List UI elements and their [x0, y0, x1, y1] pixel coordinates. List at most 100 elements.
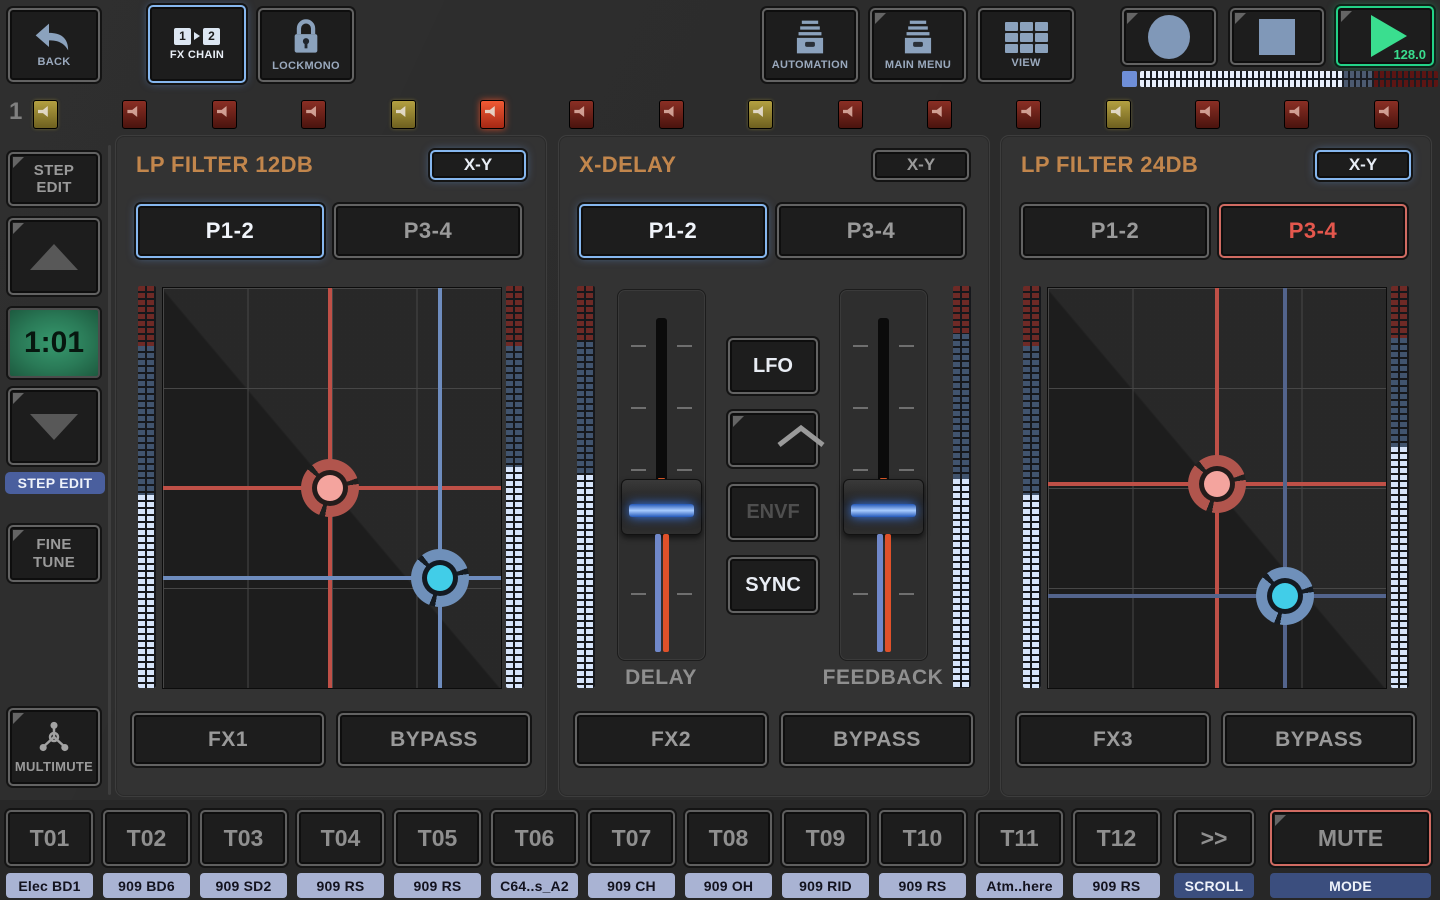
track-button[interactable]: T07 — [588, 810, 675, 866]
fx1-page-p12[interactable]: P1-2 — [136, 204, 324, 258]
track-button[interactable]: T05 — [394, 810, 481, 866]
pattern-down-button[interactable] — [8, 388, 100, 465]
scroll-button[interactable]: >> — [1174, 810, 1254, 866]
multi-mute-button[interactable]: MULTIMUTE — [8, 708, 100, 786]
fx2-select-button[interactable]: FX2 — [575, 713, 767, 766]
track-t09: T09 909 RID — [782, 810, 869, 898]
song-position-meter — [1140, 71, 1438, 87]
speaker-icon — [932, 106, 946, 117]
mute-indicator[interactable] — [1284, 100, 1309, 129]
back-button[interactable]: BACK — [8, 8, 100, 82]
track-t04: T04 909 RS — [297, 810, 384, 898]
mute-indicator[interactable] — [748, 100, 773, 129]
track-button[interactable]: T08 — [685, 810, 772, 866]
fx3-xy-toggle[interactable]: X-Y — [1315, 150, 1411, 180]
track-name-badge: 909 RS — [1073, 873, 1160, 898]
slider-ticks — [631, 345, 646, 610]
fx-chain-label: FX CHAIN — [170, 49, 224, 61]
fine-tune-button-label: FINE TUNE — [29, 536, 79, 571]
tempo-value: 128.0 — [1393, 47, 1426, 62]
fx1-select-button[interactable]: FX1 — [132, 713, 324, 766]
mute-indicator[interactable] — [480, 100, 505, 129]
mute-indicator[interactable] — [212, 100, 237, 129]
view-button[interactable]: VIEW — [978, 8, 1074, 82]
mute-indicator[interactable] — [659, 100, 684, 129]
track-button[interactable]: T02 — [103, 810, 190, 866]
feedback-slider-handle[interactable] — [843, 479, 924, 535]
mute-indicator[interactable] — [33, 100, 58, 129]
fx1-red-puck[interactable] — [301, 459, 359, 517]
fx1-blue-puck[interactable] — [411, 549, 469, 607]
fx3-xy-pad[interactable] — [1047, 287, 1387, 689]
mute-mode-button[interactable]: MUTE — [1270, 810, 1431, 866]
pattern-up-button[interactable] — [8, 218, 100, 295]
fx2-xy-toggle[interactable]: X-Y — [873, 150, 969, 180]
delay-slider[interactable] — [617, 289, 706, 661]
stop-button[interactable] — [1230, 8, 1324, 65]
feedback-slider[interactable] — [839, 289, 928, 661]
sync-button[interactable]: SYNC — [728, 557, 818, 613]
track-button[interactable]: T04 — [297, 810, 384, 866]
fx2-page-p34[interactable]: P3-4 — [777, 204, 965, 258]
fx1-xy-pad[interactable] — [162, 287, 502, 689]
delay-slider-handle[interactable] — [621, 479, 702, 535]
mute-indicator[interactable] — [569, 100, 594, 129]
track-button[interactable]: T10 — [879, 810, 966, 866]
track-name-badge: 909 RS — [297, 873, 384, 898]
lfo-shape-button[interactable] — [728, 411, 818, 467]
track-button[interactable]: T12 — [1073, 810, 1160, 866]
track-name-badge: 909 SD2 — [200, 873, 287, 898]
fx1-meter-right — [506, 286, 524, 688]
fx2-page-p12[interactable]: P1-2 — [579, 204, 767, 258]
fx1-bypass-button[interactable]: BYPASS — [338, 713, 530, 766]
fine-tune-button[interactable]: FINE TUNE — [8, 525, 100, 582]
fx1-page-p34[interactable]: P3-4 — [334, 204, 522, 258]
track-button[interactable]: T09 — [782, 810, 869, 866]
speaker-icon — [843, 106, 857, 117]
automation-label: AUTOMATION — [772, 59, 849, 71]
slider-ticks — [853, 345, 868, 610]
automation-icon — [790, 19, 830, 55]
mute-indicator[interactable] — [301, 100, 326, 129]
automation-button[interactable]: AUTOMATION — [762, 8, 858, 82]
mute-indicator[interactable] — [1195, 100, 1220, 129]
track-button[interactable]: T11 — [976, 810, 1063, 866]
fx3-red-puck[interactable] — [1188, 455, 1246, 513]
mute-indicator[interactable] — [1374, 100, 1399, 129]
mute-indicator[interactable] — [927, 100, 952, 129]
view-label: VIEW — [1011, 57, 1040, 69]
play-button[interactable]: 128.0 — [1336, 6, 1434, 66]
fx3-bypass-button[interactable]: BYPASS — [1223, 713, 1415, 766]
sidebar-divider — [108, 145, 111, 795]
fx2-bypass-button[interactable]: BYPASS — [781, 713, 973, 766]
track-button[interactable]: T06 — [491, 810, 578, 866]
mute-indicator[interactable] — [1106, 100, 1131, 129]
envf-button[interactable]: ENVF — [728, 484, 818, 540]
track-button[interactable]: T03 — [200, 810, 287, 866]
mute-indicator[interactable] — [838, 100, 863, 129]
fx3-page-p34[interactable]: P3-4 — [1219, 204, 1407, 258]
fx-panel-1: LP FILTER 12DB X-Y P1-2 P3-4 — [115, 135, 547, 797]
fx1-xy-toggle[interactable]: X-Y — [430, 150, 526, 180]
fx3-blue-puck[interactable] — [1256, 567, 1314, 625]
track-button[interactable]: T01 — [6, 810, 93, 866]
fx3-select-button[interactable]: FX3 — [1017, 713, 1209, 766]
lock-mono-button[interactable]: LOCKMONO — [258, 8, 354, 82]
mute-indicator[interactable] — [391, 100, 416, 129]
step-edit-button[interactable]: STEP EDIT — [8, 152, 100, 206]
fx3-page-p12[interactable]: P1-2 — [1021, 204, 1209, 258]
mute-indicator[interactable] — [1016, 100, 1041, 129]
track-name-badge: 909 BD6 — [103, 873, 190, 898]
mute-indicator[interactable] — [122, 100, 147, 129]
main-menu-button[interactable]: MAIN MENU — [870, 8, 966, 82]
back-label: BACK — [38, 56, 71, 68]
record-button[interactable] — [1122, 8, 1216, 65]
track-name-badge: 909 RS — [879, 873, 966, 898]
fx3-title: LP FILTER 24DB — [1021, 152, 1198, 178]
fx3-blue-crosshair-h — [1048, 594, 1386, 598]
scroll-group: >> SCROLL — [1174, 810, 1254, 898]
lfo-button[interactable]: LFO — [728, 338, 818, 394]
track-t11: T11 Atm..here — [976, 810, 1063, 898]
fx-chain-button[interactable]: 1 2 FX CHAIN — [148, 5, 246, 83]
back-icon — [34, 22, 74, 52]
